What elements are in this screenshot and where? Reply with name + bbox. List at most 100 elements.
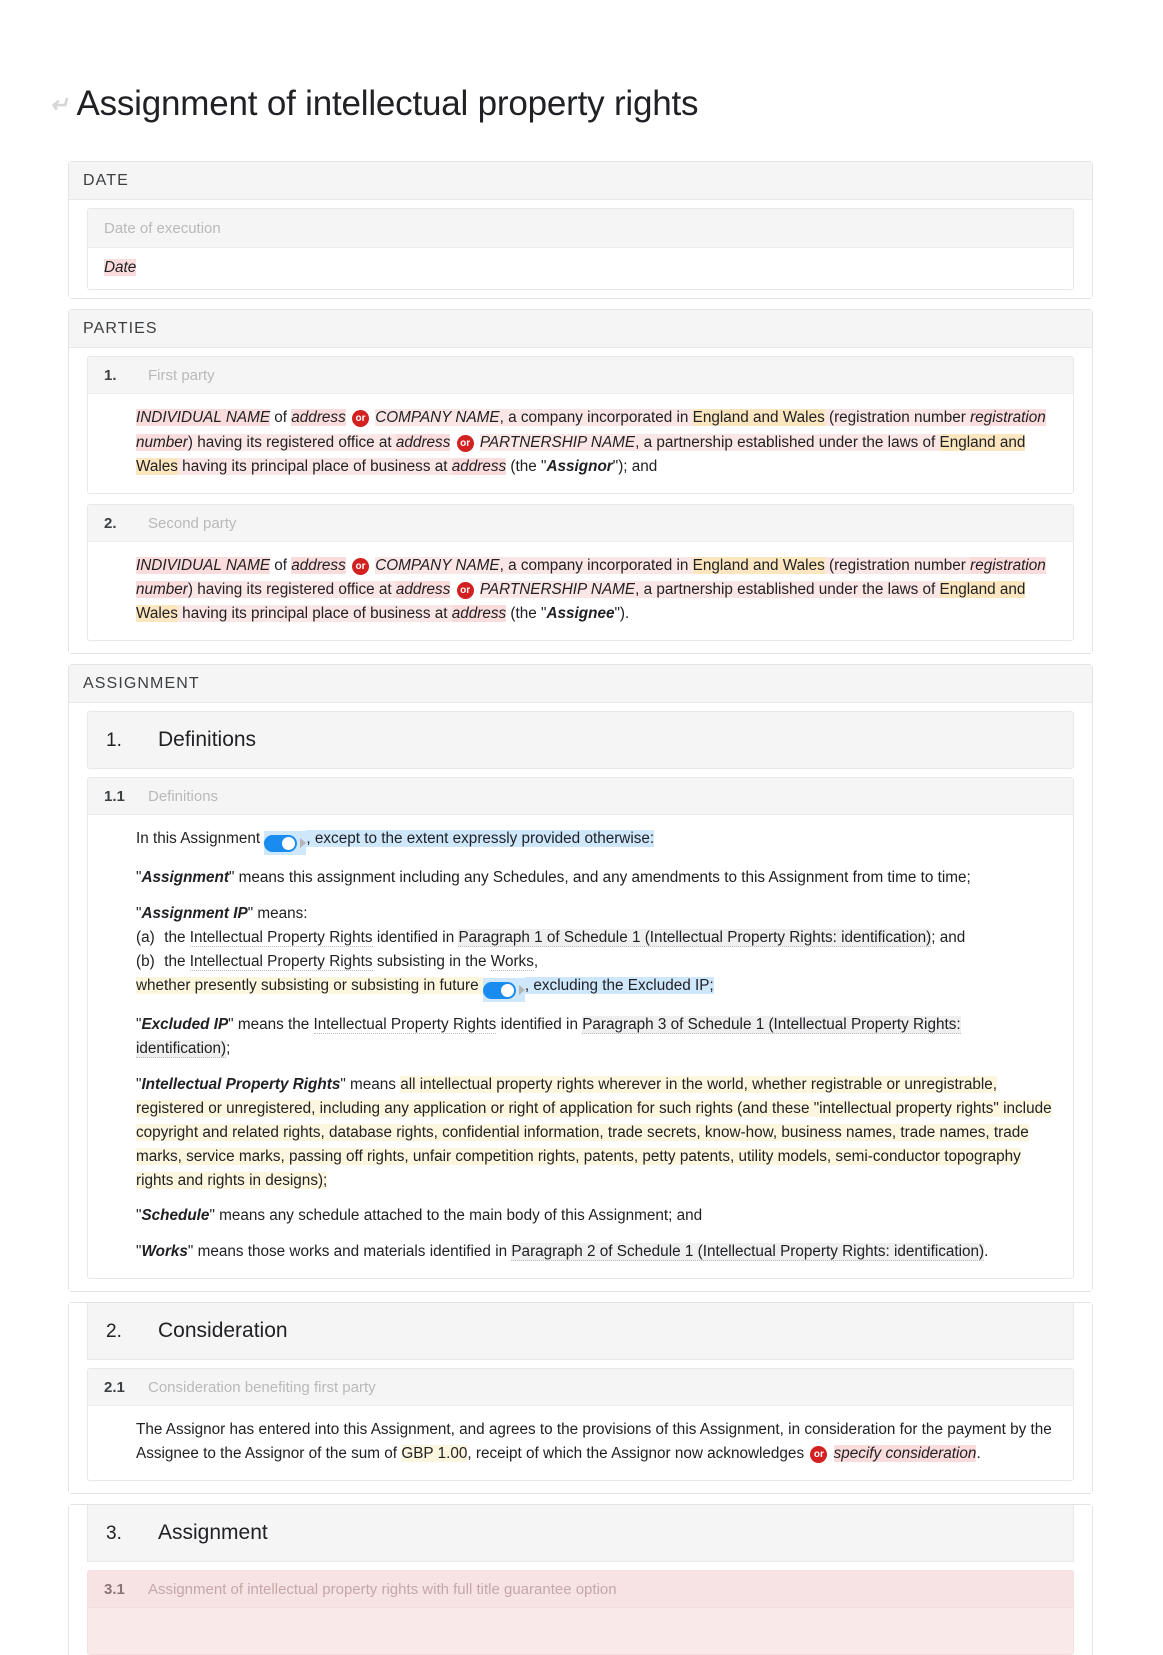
- company-name-variable[interactable]: COMPANY NAME: [375, 556, 500, 574]
- assignment-ip-tail: whether presently subsisting or subsisti…: [136, 974, 1057, 1003]
- date-field-label: Date of execution: [88, 209, 1073, 249]
- clause-body-2-1[interactable]: The Assignor has entered into this Assig…: [88, 1406, 1073, 1480]
- dotted-term-ipr-2[interactable]: Intellectual Property Rights: [189, 952, 373, 971]
- date-field-body[interactable]: Date: [88, 248, 1073, 289]
- section-assignment-clause-3: 3. Assignment 3.1 Assignment of intellec…: [68, 1503, 1093, 1655]
- clause-first-party[interactable]: 1. First party INDIVIDUAL NAME of addres…: [87, 356, 1074, 494]
- address-variable-1[interactable]: address: [291, 409, 346, 427]
- section-parties: PARTIES 1. First party INDIVIDUAL NAME o…: [68, 309, 1093, 655]
- heading-number: 2.: [106, 1320, 122, 1342]
- section-body-parties: 1. First party INDIVIDUAL NAME of addres…: [69, 348, 1092, 654]
- toggle-track[interactable]: [264, 834, 298, 852]
- address-variable-1[interactable]: address: [291, 556, 346, 574]
- text-partnership: , a partnership established under the la…: [635, 433, 940, 451]
- clause-body-first-party[interactable]: INDIVIDUAL NAME of address or COMPANY NA…: [88, 394, 1073, 492]
- definition-works: "Works" means those works and materials …: [136, 1242, 989, 1261]
- intro-text-b: , except to the extent expressly provide…: [306, 830, 655, 848]
- clause-number: 2.: [104, 514, 117, 532]
- partnership-name-variable[interactable]: PARTNERSHIP NAME: [479, 433, 636, 451]
- works-pre: " means those works and materials identi…: [187, 1242, 512, 1260]
- text-of: of: [270, 556, 292, 574]
- section-body-clause-3: 3. Assignment 3.1 Assignment of intellec…: [69, 1504, 1092, 1655]
- clause-body-3-1[interactable]: [88, 1607, 1073, 1654]
- document-mark-icon: ↵: [50, 91, 69, 117]
- party-paragraph: INDIVIDUAL NAME of address or COMPANY NA…: [136, 554, 1057, 626]
- or-badge-2[interactable]: or: [456, 582, 474, 599]
- ipr-means: " means: [340, 1075, 401, 1093]
- text-reg-close: ) having its registered office at: [187, 433, 396, 451]
- defined-term-assignment-ip: Assignment IP: [141, 904, 248, 922]
- page-title: Assignment of intellectual property righ…: [76, 84, 699, 124]
- or-badge-2[interactable]: or: [456, 434, 474, 452]
- sub-b-post: ,: [533, 952, 539, 970]
- sub-item-a: (a) the Intellectual Property Rights ide…: [136, 926, 1057, 950]
- individual-name-variable[interactable]: INDIVIDUAL NAME: [136, 409, 271, 427]
- or-badge-consideration[interactable]: or: [810, 1445, 828, 1463]
- dotted-term-ipr[interactable]: Intellectual Property Rights: [189, 928, 373, 947]
- defined-term-works: Works: [141, 1242, 188, 1260]
- clause-body-1-1[interactable]: In this Assignment , except to the exten…: [88, 815, 1073, 1277]
- clause-head-second-party: 2. Second party: [88, 504, 1073, 542]
- date-field-clause[interactable]: Date of execution Date: [87, 208, 1074, 291]
- clause-2-1-consideration[interactable]: 2.1 Consideration benefiting first party…: [87, 1367, 1074, 1481]
- excluded-pre: " means the: [228, 1016, 314, 1034]
- dotted-term-ipr-3[interactable]: Intellectual Property Rights: [313, 1016, 497, 1035]
- consideration-text-b: , receipt of which the Assignor now ackn…: [467, 1444, 809, 1462]
- intro-text-a: In this Assignment: [136, 830, 265, 848]
- consideration-paragraph: The Assignor has entered into this Assig…: [136, 1418, 1057, 1466]
- or-badge-1[interactable]: or: [351, 410, 369, 428]
- text-principal: having its principal place of business a…: [177, 605, 452, 623]
- heading-clause-2-consideration[interactable]: 2. Consideration: [87, 1302, 1074, 1360]
- address-variable-3[interactable]: address: [451, 457, 507, 475]
- heading-text: Definitions: [158, 728, 257, 752]
- section-body-consideration: 2. Consideration 2.1 Consideration benef…: [69, 1302, 1092, 1493]
- text-reg-close: ) having its registered office at: [187, 581, 396, 598]
- heading-clause-3-assignment[interactable]: 3. Assignment: [87, 1504, 1074, 1562]
- cross-reference-paragraph-1[interactable]: Paragraph 1 of Schedule 1 (Intellectual …: [458, 928, 932, 947]
- clause-3-1-assignment-full-title[interactable]: 3.1 Assignment of intellectual property …: [87, 1569, 1074, 1655]
- defined-term-assignment: Assignment: [141, 869, 229, 887]
- heading-clause-1-definitions[interactable]: 1. Definitions: [87, 711, 1074, 770]
- party-paragraph: INDIVIDUAL NAME of address or COMPANY NA…: [136, 406, 1057, 478]
- definition-means: " means:: [247, 904, 308, 922]
- clause-body-second-party[interactable]: INDIVIDUAL NAME of address or COMPANY NA…: [88, 542, 1073, 640]
- cross-reference-paragraph-2[interactable]: Paragraph 2 of Schedule 1 (Intellectual …: [511, 1242, 985, 1261]
- clause-number: 3.1: [104, 1580, 125, 1598]
- toggle-track[interactable]: [482, 981, 516, 999]
- document-title-row: ↵ Assignment of intellectual property ri…: [0, 0, 1163, 161]
- clause-second-party[interactable]: 2. Second party INDIVIDUAL NAME of addre…: [87, 503, 1074, 642]
- toggle-switch-future-subsisting[interactable]: [482, 978, 525, 1003]
- sub-letter-a: (a): [136, 928, 155, 946]
- sub-item-b: (b) the Intellectual Property Rights sub…: [136, 950, 1057, 974]
- consideration-amount[interactable]: GBP 1.00: [401, 1444, 468, 1462]
- jurisdiction-variable-1[interactable]: England and Wales: [692, 409, 825, 427]
- tail-yellow-text: whether presently subsisting or subsisti…: [136, 977, 483, 995]
- clause-label: First party: [148, 367, 215, 385]
- clause-1-1-definitions[interactable]: 1.1 Definitions In this Assignment , exc…: [87, 777, 1074, 1279]
- defined-role-assignor: Assignor: [546, 457, 613, 475]
- company-name-variable[interactable]: COMPANY NAME: [375, 409, 500, 427]
- defined-term-schedule: Schedule: [141, 1207, 210, 1225]
- consideration-alternative[interactable]: specify consideration: [833, 1444, 977, 1462]
- address-variable-2[interactable]: address: [395, 581, 451, 598]
- toggle-switch-definitions-intro[interactable]: [264, 831, 307, 856]
- sub-letter-b: (b): [136, 952, 155, 970]
- address-variable-3[interactable]: address: [451, 605, 507, 623]
- clause-label: Definitions: [148, 788, 219, 806]
- defined-term-excluded-ip: Excluded IP: [141, 1016, 229, 1034]
- jurisdiction-variable-1[interactable]: England and Wales: [692, 556, 825, 574]
- or-badge-1[interactable]: or: [351, 557, 369, 575]
- address-variable-2[interactable]: address: [395, 433, 451, 451]
- clause-head-3-1: 3.1 Assignment of intellectual property …: [88, 1570, 1073, 1608]
- expand-triangle-icon[interactable]: [518, 985, 525, 996]
- clause-number: 2.1: [104, 1378, 125, 1396]
- partnership-name-variable[interactable]: PARTNERSHIP NAME: [479, 581, 636, 598]
- individual-name-variable[interactable]: INDIVIDUAL NAME: [136, 556, 271, 574]
- clause-number: 1.1: [104, 788, 125, 806]
- schedule-body: " means any schedule attached to the mai…: [209, 1207, 703, 1225]
- document-page: ↵ Assignment of intellectual property ri…: [0, 0, 1163, 1655]
- heading-text: Consideration: [158, 1318, 288, 1342]
- date-value-variable[interactable]: Date: [104, 259, 137, 277]
- text-incorporated: , a company incorporated in: [499, 409, 693, 427]
- dotted-term-works[interactable]: Works: [490, 952, 534, 971]
